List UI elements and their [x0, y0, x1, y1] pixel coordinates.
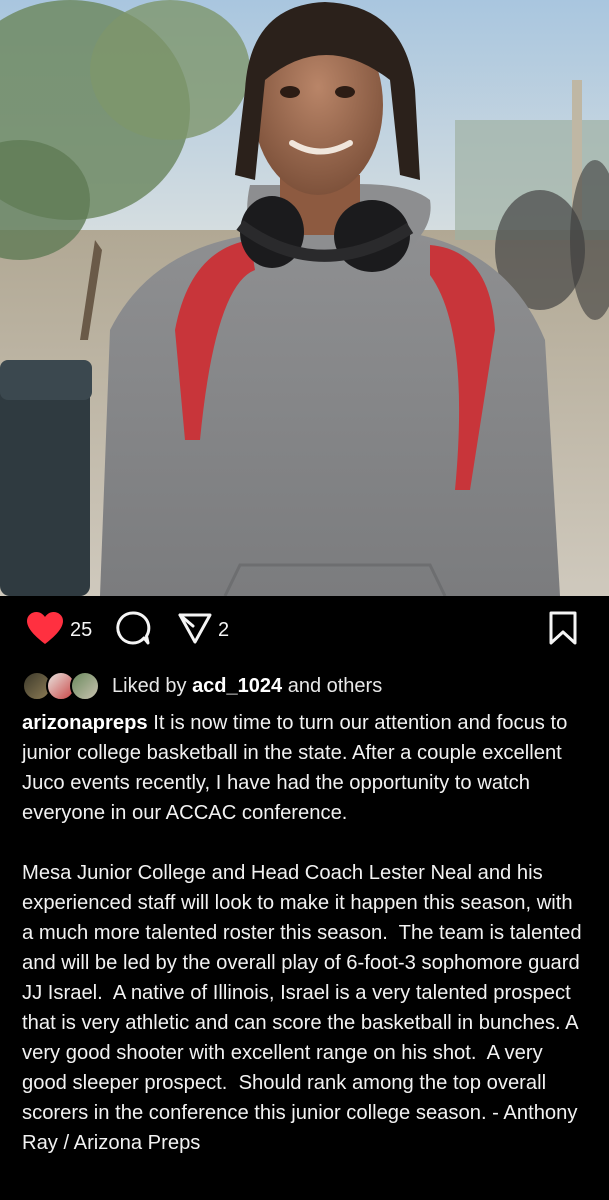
likes-count[interactable]: 25: [70, 619, 92, 642]
save-action[interactable]: [548, 611, 578, 646]
comment-action[interactable]: [115, 610, 151, 646]
post-image[interactable]: [0, 0, 609, 596]
like-action[interactable]: 25: [26, 611, 92, 646]
caption-username[interactable]: arizonapreps: [22, 712, 148, 734]
post-action-bar: 25 2: [0, 596, 609, 668]
liked-by-text: Liked by acd_1024 and others: [112, 675, 382, 698]
bookmark-icon[interactable]: [548, 611, 578, 650]
liked-by-user[interactable]: acd_1024: [192, 675, 282, 697]
post-caption: arizonapreps It is now time to turn our …: [22, 708, 588, 1158]
caption-text-2: Mesa Junior College and Head Coach Leste…: [22, 862, 588, 1154]
liked-by-row[interactable]: Liked by acd_1024 and others: [22, 670, 382, 702]
heart-icon[interactable]: [26, 611, 64, 650]
comment-icon[interactable]: [115, 610, 151, 651]
share-action[interactable]: 2: [178, 612, 229, 649]
liked-by-suffix[interactable]: and others: [282, 675, 383, 697]
caption-paragraph: arizonapreps It is now time to turn our …: [22, 708, 588, 828]
liked-by-prefix: Liked by: [112, 674, 193, 697]
avatar[interactable]: [70, 671, 100, 701]
shares-count[interactable]: 2: [218, 619, 229, 642]
share-icon[interactable]: [178, 612, 212, 649]
post-photo-illustration: [0, 0, 609, 596]
liker-avatars[interactable]: [22, 671, 102, 701]
